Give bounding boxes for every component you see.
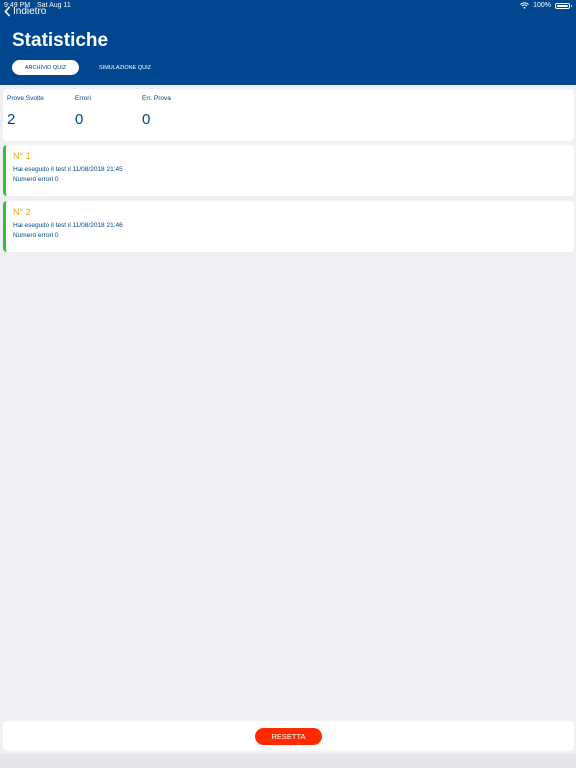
entry-date-text: Hai eseguito il test il 11/08/2018 21:45 [13, 166, 123, 173]
wifi-icon [520, 2, 529, 9]
back-button[interactable]: Indietro [4, 6, 46, 17]
stat-prove-svolte: Prove Svolte 2 [7, 95, 44, 128]
stat-label: Prove Svolte [7, 95, 44, 102]
stat-label: Err. Prova [142, 95, 171, 102]
reset-button[interactable]: RESETTA [255, 728, 322, 745]
chevron-left-icon [4, 6, 11, 17]
list-item[interactable]: N° 2 Hai eseguito il test il 11/08/2018 … [3, 201, 574, 252]
stat-value: 0 [75, 111, 91, 128]
entry-errors-text: Numero errori 0 [13, 176, 59, 183]
battery-percent: 100% [533, 2, 551, 9]
list-item[interactable]: N° 1 Hai eseguito il test il 11/08/2018 … [3, 145, 574, 196]
header-bar: 9:49 PM Sat Aug 11 100% Indietro Statist… [0, 0, 576, 85]
stat-errori: Errori 0 [75, 95, 91, 128]
back-label: Indietro [13, 6, 46, 17]
status-right: 100% [520, 2, 570, 9]
footer-bar: RESETTA [3, 721, 574, 751]
battery-icon [555, 3, 570, 9]
stat-err-prova: Err. Prova 0 [142, 95, 171, 128]
stat-value: 2 [7, 111, 44, 128]
tab-simulazione-quiz[interactable]: SIMULAZIONE QUIZ [90, 60, 160, 75]
page-title: Statistiche [12, 30, 108, 52]
tab-archivio-quiz[interactable]: ARCHIVIO QUIZ [12, 60, 79, 75]
entry-errors-text: Numero errori 0 [13, 232, 59, 239]
stat-value: 0 [142, 111, 171, 128]
stat-label: Errori [75, 95, 91, 102]
stats-panel: Prove Svolte 2 Errori 0 Err. Prova 0 [3, 89, 574, 141]
entry-number: N° 1 [13, 151, 31, 161]
entry-date-text: Hai eseguito il test il 11/08/2018 21:46 [13, 222, 123, 229]
entry-number: N° 2 [13, 207, 31, 217]
bottom-bar [0, 754, 576, 768]
